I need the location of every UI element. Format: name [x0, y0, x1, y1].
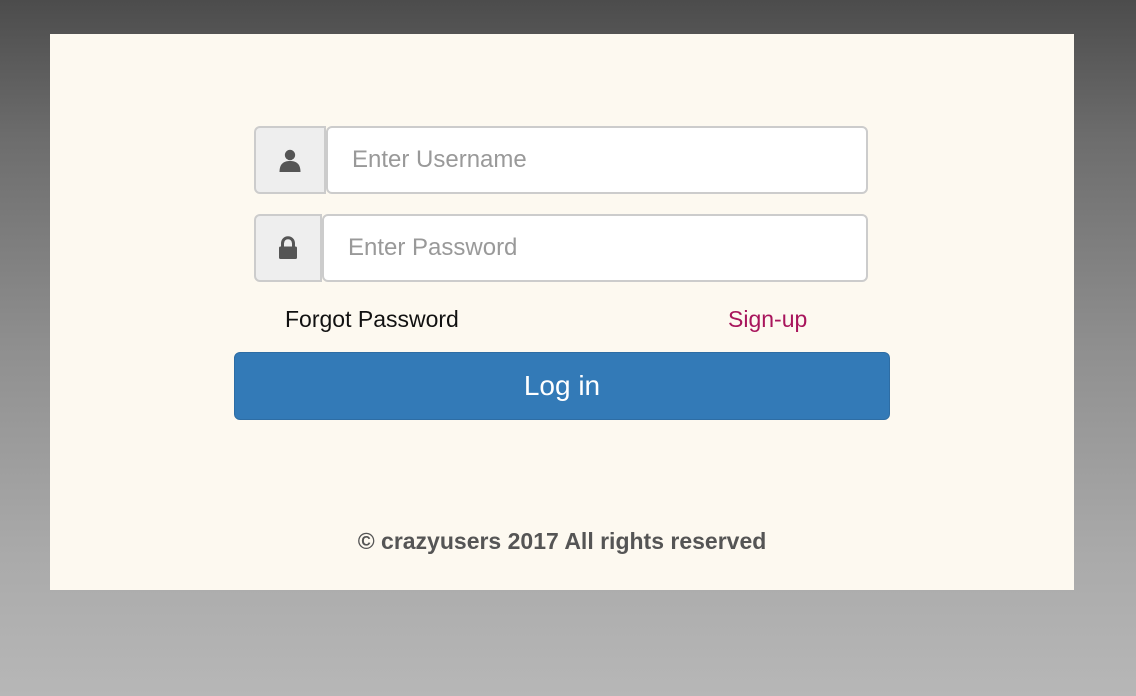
copyright-footer: © crazyusers 2017 All rights reserved: [357, 528, 767, 554]
username-addon: [254, 126, 326, 194]
password-input[interactable]: [322, 214, 868, 282]
user-icon: [279, 149, 301, 172]
username-input-group: [254, 126, 868, 194]
forgot-password-link[interactable]: Forgot Password: [285, 306, 459, 333]
password-addon: [254, 214, 322, 282]
username-input[interactable]: [326, 126, 868, 194]
login-button[interactable]: Log in: [234, 352, 890, 420]
lock-icon: [279, 236, 297, 259]
password-input-group: [254, 214, 868, 282]
auth-links: Forgot Password Sign-up: [50, 306, 1074, 336]
login-card: Forgot Password Sign-up Log in © crazyus…: [50, 34, 1074, 590]
signup-link[interactable]: Sign-up: [728, 306, 807, 333]
